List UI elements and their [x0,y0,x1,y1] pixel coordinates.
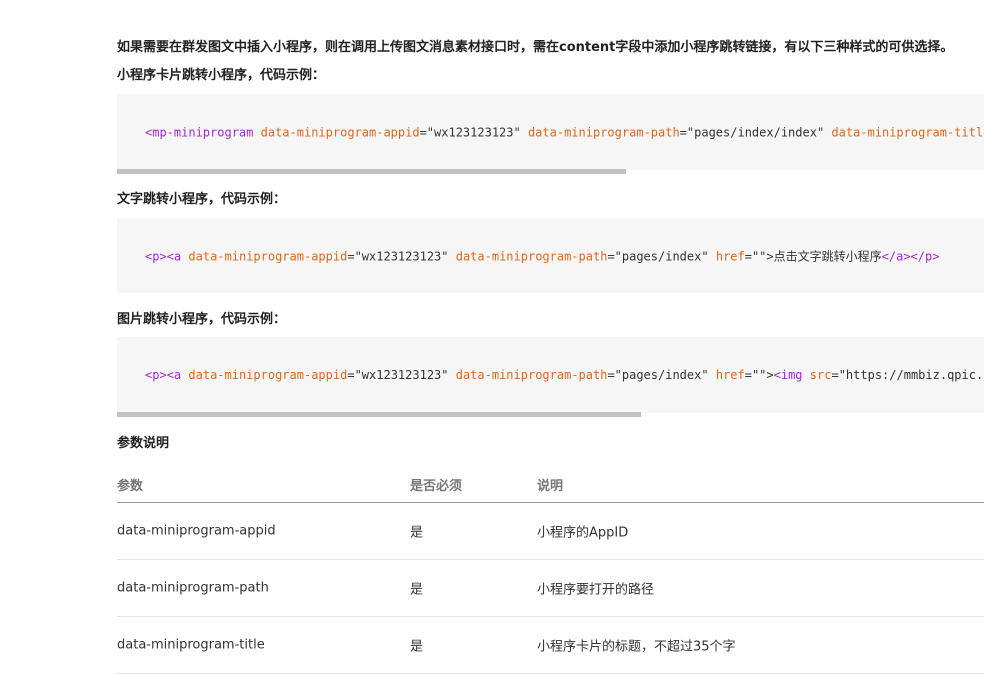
cell-description: 小程序的AppID [537,525,629,540]
code-token-attr: data-miniprogram-path [527,125,680,140]
code-block-text[interactable]: <p><a data-miniprogram-appid="wx12312312… [117,218,984,293]
code-token-attr: data-miniprogram-appid [188,368,348,382]
table-row: data-miniprogram-title 是 小程序卡片的标题，不超过35个… [117,616,984,674]
code-token-punc: > [932,249,940,263]
cell-param: data-miniprogram-title [117,637,265,652]
cell-required: 是 [410,582,424,597]
section-heading-image: 图片跳转小程序，代码示例： [117,312,287,327]
code-token-str: ="pages/index" [607,249,716,263]
code-token-attr: data-miniprogram-path [455,249,608,263]
code-block-card[interactable]: <mp-miniprogram data-miniprogram-appid="… [117,94,984,170]
cell-required: 是 [410,525,424,540]
code-token-attr: href [715,249,745,263]
code-token-attr: data-miniprogram-path [455,368,608,382]
table-row: data-miniprogram-path 是 小程序要打开的路径 [117,559,984,617]
code-token-tag: img [780,368,803,382]
th-param: 参数 [117,479,144,494]
code-block-image[interactable]: <p><a data-miniprogram-appid="wx12312312… [117,337,984,413]
code-token-str [803,368,810,382]
code-token-str: ="wx123123123" [347,249,456,263]
code-token-attr: data-miniprogram-title [831,125,984,140]
code-token-punc: < [773,368,781,382]
code-token-punc: >< [159,249,174,263]
code-token-attr: src [809,368,832,382]
cell-description: 小程序要打开的路径 [537,582,655,597]
code-token-punc: >< [159,368,174,382]
code-token-str: ="wx123123123" [347,368,456,382]
code-token-str: =""> [744,368,774,382]
cell-required: 是 [410,639,424,654]
th-required: 是否必须 [410,479,463,494]
table-row: data-miniprogram-appid 是 小程序的AppID [117,502,984,560]
intro-text: 如果需要在群发图文中插入小程序，则在调用上传图文消息素材接口时，需在conten… [117,40,954,55]
code-token-tag: mp-miniprogram [152,125,254,140]
code-token-attr: data-miniprogram-appid [188,249,348,263]
section-heading-text: 文字跳转小程序，代码示例： [117,192,287,207]
params-table-header: 参数 是否必须 说明 [117,470,984,503]
code-line: <p><a data-miniprogram-appid="wx12312312… [145,247,939,264]
code-scrollbar-card[interactable] [117,169,626,174]
code-token-str: ="https://mmbiz.qpic.cn/mm [831,368,984,382]
code-line: <mp-miniprogram data-miniprogram-appid="… [145,124,984,141]
th-description: 说明 [537,479,564,494]
code-token-str: ="pages/index" [607,368,716,382]
code-scrollbar-image[interactable] [117,412,641,417]
code-token-punc: ></ [903,249,925,263]
code-token-attr: href [715,368,745,382]
cell-param: data-miniprogram-appid [117,523,276,538]
code-line: <p><a data-miniprogram-appid="wx12312312… [145,368,984,382]
code-token-attr: data-miniprogram-appid [260,125,420,140]
code-token-str: ="wx123123123" [419,125,528,140]
code-token-str: ="pages/index/index" [679,125,832,140]
cell-param: data-miniprogram-path [117,580,269,595]
cell-description: 小程序卡片的标题，不超过35个字 [537,639,736,654]
code-token-str: ="">点击文字跳转小程序 [744,249,882,263]
section-heading-card: 小程序卡片跳转小程序，代码示例： [117,68,326,83]
code-token-str [253,126,260,140]
code-token-punc: </ [881,249,897,263]
params-heading: 参数说明 [117,436,170,451]
